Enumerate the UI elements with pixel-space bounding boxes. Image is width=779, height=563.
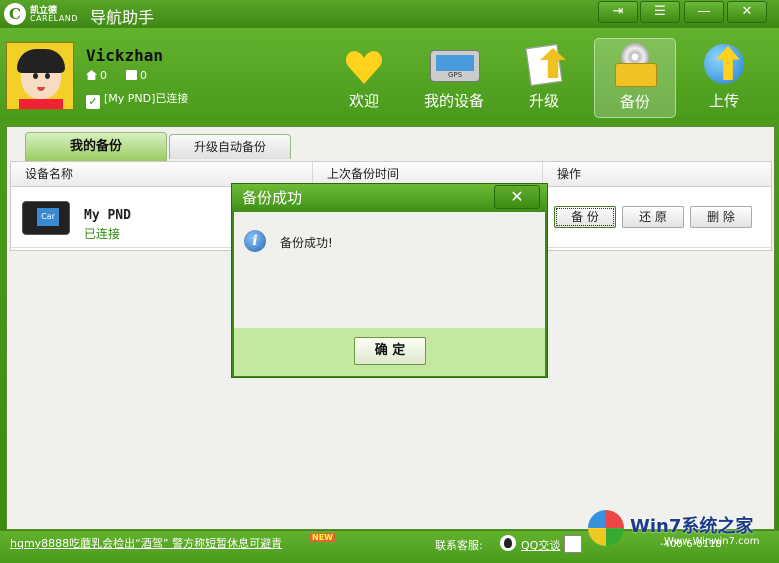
backup-icon	[611, 43, 659, 87]
qq-icon[interactable]	[500, 535, 516, 551]
upgrade-icon	[520, 42, 568, 87]
avatar[interactable]	[6, 42, 74, 110]
delete-button[interactable]: 删 除	[690, 206, 752, 228]
windows-logo-watermark	[588, 510, 624, 546]
news-ticker-link[interactable]: hqmy8888吃蘑乳会检出“酒驾” 警方称短暂休息可避青	[10, 535, 282, 551]
dialog-footer: 确 定	[234, 328, 545, 376]
restore-button[interactable]: 还 原	[622, 206, 684, 228]
tab-bar: 我的备份 升级自动备份	[7, 127, 774, 161]
upload-globe-icon	[700, 42, 748, 86]
nav-upgrade[interactable]: 升级	[504, 38, 584, 116]
nav-backup-label: 备份	[619, 93, 650, 111]
column-actions: 操作	[557, 167, 582, 181]
mail-stat[interactable]: 0	[126, 69, 147, 82]
home-count: 0	[100, 69, 107, 82]
device-status: 已连接	[84, 227, 121, 241]
avatar-eye-right	[45, 73, 50, 79]
close-button[interactable]: ✕	[727, 1, 767, 23]
backup-success-dialog: 备份成功 ✕ i 备份成功! 确 定	[231, 183, 548, 378]
app-window: C 凯立德 CARELAND 导航助手 ⇥ ☰ — ✕ Vickzhan 0 0	[0, 0, 779, 563]
logo-en: CARELAND	[30, 14, 78, 23]
ok-button[interactable]: 确 定	[354, 337, 426, 365]
nav-welcome[interactable]: 欢迎	[324, 38, 404, 116]
mail-count: 0	[140, 69, 147, 82]
check-icon: ✓	[86, 95, 100, 109]
close-icon: ✕	[741, 4, 753, 19]
menu-button[interactable]: ☰	[640, 1, 680, 23]
app-title: 导航助手	[90, 8, 155, 27]
avatar-hair	[17, 49, 65, 73]
dialog-message: 备份成功!	[280, 236, 333, 250]
username: Vickzhan	[86, 46, 164, 65]
watermark-text: Win7系统之家	[630, 516, 754, 537]
connection-status: ✓ [My PND]已连接	[86, 90, 188, 109]
nav-backup[interactable]: 备份	[594, 38, 676, 118]
nav-welcome-label: 欢迎	[348, 92, 379, 110]
qq-chat-link[interactable]: QQ交谈	[521, 537, 560, 553]
close-icon: ✕	[510, 187, 524, 206]
heart-icon	[346, 50, 382, 84]
careland-logo: C 凯立德 CARELAND	[4, 3, 84, 25]
gps-device-label: GPS	[447, 71, 463, 79]
tab-my-backup[interactable]: 我的备份	[25, 132, 167, 161]
grid-icon[interactable]	[564, 535, 582, 553]
gps-device-icon: GPS	[430, 50, 480, 82]
avatar-shirt	[19, 99, 63, 109]
nav-my-devices-label: 我的设备	[423, 92, 484, 110]
home-icon	[86, 70, 97, 80]
header: Vickzhan 0 0 ✓ [My PND]已连接 欢迎 GPS 我的设备 升级…	[0, 28, 779, 120]
mail-icon	[126, 70, 137, 80]
home-stat[interactable]: 0	[86, 69, 107, 82]
sync-icon: ⇥	[612, 4, 624, 19]
menu-icon: ☰	[654, 4, 666, 19]
device-name: My PND	[84, 208, 131, 223]
nav-upload[interactable]: 上传	[684, 38, 764, 116]
nav-upgrade-label: 升级	[528, 92, 559, 110]
new-badge: NEW	[310, 533, 335, 542]
dialog-close-button[interactable]: ✕	[494, 185, 540, 209]
info-icon: i	[244, 230, 266, 252]
pnd-device-screen-label: Car	[37, 208, 59, 226]
nav-upload-label: 上传	[708, 92, 739, 110]
watermark-url: Www.Winwin7.com	[664, 536, 760, 547]
avatar-eye-left	[33, 73, 38, 79]
sync-button[interactable]: ⇥	[598, 1, 638, 23]
minimize-icon: —	[697, 4, 711, 19]
careland-logo-mark: C	[4, 3, 26, 25]
backup-button[interactable]: 备 份	[554, 206, 616, 228]
pnd-device-icon: Car	[22, 201, 70, 235]
nav-my-devices[interactable]: GPS 我的设备	[414, 38, 494, 116]
dialog-body: i 备份成功!	[234, 212, 545, 328]
tab-auto-backup[interactable]: 升级自动备份	[169, 134, 291, 159]
minimize-button[interactable]: —	[684, 1, 724, 23]
connection-text: [My PND]已连接	[104, 92, 189, 105]
title-bar[interactable]: C 凯立德 CARELAND 导航助手 ⇥ ☰ — ✕	[0, 0, 779, 28]
contact-label: 联系客服:	[435, 539, 483, 552]
